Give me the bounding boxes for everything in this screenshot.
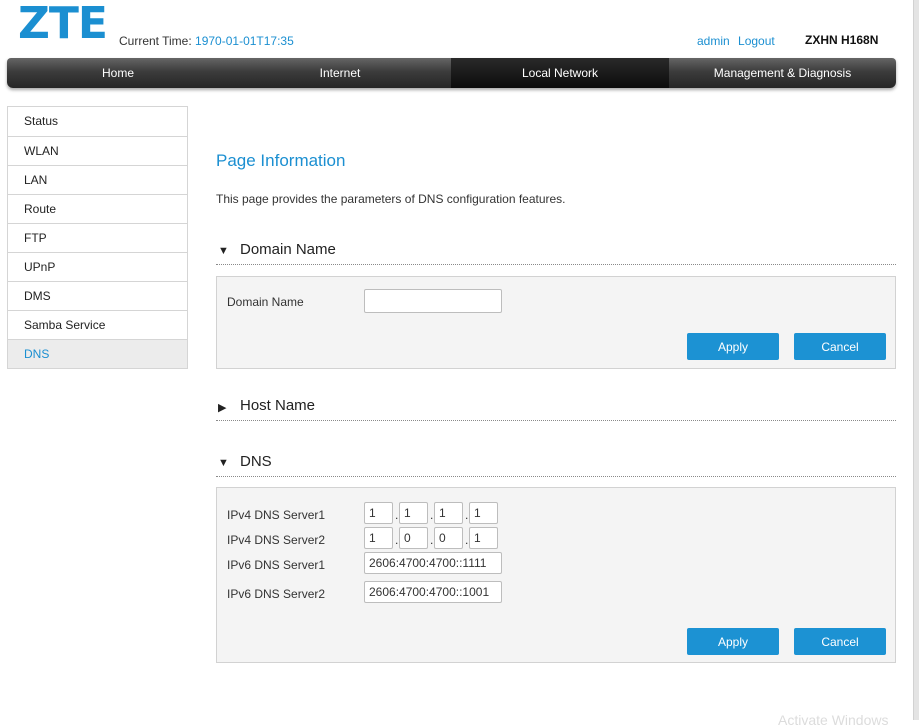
domain-name-label: Domain Name	[227, 295, 304, 309]
ipv6-dns-server1-label: IPv6 DNS Server1	[227, 558, 326, 572]
sidebar-item-wlan[interactable]: WLAN	[8, 136, 187, 165]
dns-panel: IPv4 DNS Server1 . . . IPv4 DNS Server2 …	[216, 487, 896, 663]
sidebar-item-route[interactable]: Route	[8, 194, 187, 223]
ipv4-dns1-octet-4[interactable]	[469, 502, 498, 524]
sidebar-item-dms[interactable]: DMS	[8, 281, 187, 310]
domain-name-section-header[interactable]: ▼ Domain Name	[216, 239, 896, 265]
domain-cancel-button[interactable]: Cancel	[794, 333, 886, 360]
ipv4-dns2-octet-2[interactable]	[399, 527, 428, 549]
ipv4-dns2-octet-1[interactable]	[364, 527, 393, 549]
domain-name-panel: Domain Name Apply Cancel	[216, 276, 896, 369]
ipv4-dns1-octet-1[interactable]	[364, 502, 393, 524]
sidebar-item-ftp[interactable]: FTP	[8, 223, 187, 252]
current-time-value: 1970-01-01T17:35	[195, 34, 294, 48]
host-name-section-header[interactable]: ▶ Host Name	[216, 395, 896, 421]
sidebar-item-status[interactable]: Status	[8, 107, 187, 136]
ipv4-dns1-octet-2[interactable]	[399, 502, 428, 524]
domain-name-section-title: Domain Name	[240, 241, 336, 258]
current-time-label: Current Time:	[119, 34, 192, 48]
nav-local-network[interactable]: Local Network	[451, 58, 669, 88]
page-description: This page provides the parameters of DNS…	[216, 192, 566, 206]
sidebar-item-dns[interactable]: DNS	[8, 339, 187, 368]
sidebar-item-lan[interactable]: LAN	[8, 165, 187, 194]
ipv6-dns-server1-input[interactable]	[364, 552, 502, 574]
ip-separator: .	[395, 508, 399, 522]
page-title: Page Information	[216, 151, 346, 170]
ip-separator: .	[430, 508, 434, 522]
ip-separator: .	[395, 533, 399, 547]
ip-separator: .	[465, 533, 469, 547]
triangle-right-icon: ▶	[218, 402, 227, 414]
nav-management-diagnosis[interactable]: Management & Diagnosis	[669, 58, 896, 88]
logout-link[interactable]: Logout	[738, 34, 775, 48]
sidebar-item-samba-service[interactable]: Samba Service	[8, 310, 187, 339]
current-time: Current Time: 1970-01-01T17:35	[119, 34, 294, 48]
ip-separator: .	[430, 533, 434, 547]
domain-apply-button[interactable]: Apply	[687, 333, 779, 360]
dns-apply-button[interactable]: Apply	[687, 628, 779, 655]
dns-section-header[interactable]: ▼ DNS	[216, 451, 896, 477]
ipv6-dns-server2-input[interactable]	[364, 581, 502, 603]
ipv6-dns-server2-label: IPv6 DNS Server2	[227, 587, 326, 601]
device-model: ZXHN H168N	[805, 33, 879, 47]
sidebar-item-upnp[interactable]: UPnP	[8, 252, 187, 281]
sidebar: Status WLAN LAN Route FTP UPnP DMS Samba…	[7, 106, 188, 369]
ipv4-dns-server2-label: IPv4 DNS Server2	[227, 533, 326, 547]
ip-separator: .	[465, 508, 469, 522]
zte-logo: ZTE	[18, 0, 108, 49]
user-links: admin Logout	[697, 34, 780, 48]
dns-section-title: DNS	[240, 453, 272, 470]
ipv4-dns1-octet-3[interactable]	[434, 502, 463, 524]
nav-home[interactable]: Home	[7, 58, 229, 88]
triangle-down-icon: ▼	[218, 457, 229, 469]
scrollbar[interactable]	[913, 0, 919, 720]
ipv4-dns2-octet-3[interactable]	[434, 527, 463, 549]
domain-name-input[interactable]	[364, 289, 502, 313]
admin-link[interactable]: admin	[697, 34, 730, 48]
ipv4-dns2-octet-4[interactable]	[469, 527, 498, 549]
ipv4-dns-server1-label: IPv4 DNS Server1	[227, 508, 326, 522]
host-name-section-title: Host Name	[240, 397, 316, 414]
top-nav: Home Internet Local Network Management &…	[7, 58, 896, 88]
dns-cancel-button[interactable]: Cancel	[794, 628, 886, 655]
windows-activation-watermark: Activate Windows	[778, 712, 889, 728]
nav-internet[interactable]: Internet	[229, 58, 451, 88]
triangle-down-icon: ▼	[218, 245, 229, 257]
